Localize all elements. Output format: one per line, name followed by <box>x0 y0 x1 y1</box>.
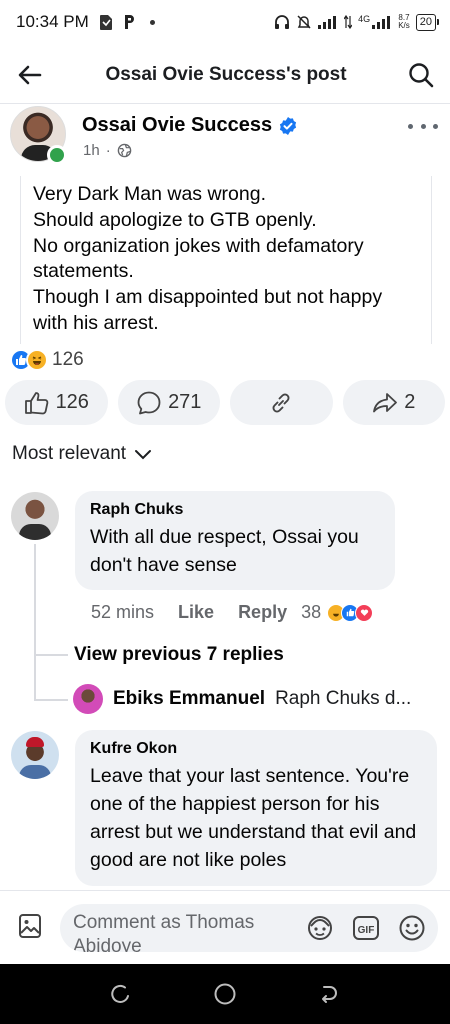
more-options-button[interactable] <box>408 116 438 136</box>
reply-text: Raph Chuks d... <box>275 688 412 709</box>
like-icon <box>24 391 48 414</box>
status-bar: 10:34 PM 4G 8.7 K/s 20 <box>0 0 450 44</box>
comment-button[interactable]: 271 <box>117 380 220 425</box>
svg-text:GIF: GIF <box>358 925 375 936</box>
thread-connector <box>34 699 68 701</box>
headphones-icon <box>275 15 290 29</box>
battery-indicator: 20 <box>415 13 440 31</box>
signal-icon-2 <box>372 16 391 29</box>
comment-author[interactable]: Kufre Okon <box>90 740 421 758</box>
notification-dot <box>149 19 155 25</box>
comment-actions: 52 mins Like Reply 38 <box>91 602 374 623</box>
signal-icon <box>318 16 337 29</box>
share-icon <box>373 392 398 412</box>
comment-text: Leave that your last sentence. You're on… <box>90 765 417 871</box>
system-navigation-bar <box>0 964 450 1024</box>
author-name: Ossai Ovie Success <box>82 114 273 136</box>
post-actions: 126 271 2 <box>5 380 445 426</box>
dot <box>433 123 438 129</box>
reply-preview[interactable]: Ebiks Emmanuel Raph Chuks d... <box>73 684 433 714</box>
comment-reaction-count: 38 <box>301 602 322 622</box>
network-speed: 8.7 K/s <box>398 13 410 30</box>
back-button[interactable] <box>0 46 60 104</box>
reactions-summary[interactable]: 126 <box>10 348 84 372</box>
chevron-down-icon <box>135 450 152 460</box>
post-text: Very Dark Man was wrong. Should apologiz… <box>20 176 432 344</box>
share-button[interactable]: 2 <box>342 380 445 425</box>
haha-reaction-icon <box>26 349 48 371</box>
commenter-avatar[interactable] <box>11 492 59 540</box>
post-time[interactable]: 1h <box>83 142 100 159</box>
muted-bell-icon <box>297 15 311 29</box>
online-status-indicator <box>47 145 67 165</box>
reply-avatar[interactable] <box>73 684 103 714</box>
network-type: 4G <box>358 13 371 24</box>
recent-apps-icon[interactable] <box>110 983 132 1005</box>
dot <box>420 123 426 129</box>
app-header: Ossai Ovie Success's post <box>0 46 450 104</box>
comment-icon <box>137 391 161 414</box>
photo-icon[interactable] <box>17 913 43 939</box>
back-nav-icon[interactable] <box>318 983 340 1005</box>
comment-reactions[interactable] <box>327 603 374 622</box>
comment-placeholder: Comment as Thomas Abidoye <box>73 912 255 952</box>
commenter-avatar[interactable] <box>11 731 59 779</box>
verified-badge-icon <box>280 116 297 135</box>
home-icon[interactable] <box>213 982 237 1006</box>
data-arrows-icon <box>344 15 353 29</box>
comment-text: With all due respect, Ossai you don't ha… <box>90 526 359 576</box>
reaction-count: 126 <box>52 349 84 370</box>
love-reaction-icon <box>355 603 374 622</box>
post-meta: 1h · <box>83 142 132 159</box>
gif-icon[interactable]: GIF <box>352 915 380 941</box>
comment-composer: Comment as Thomas Abidoye GIF <box>0 890 450 960</box>
comment-sort-dropdown[interactable]: Most relevant <box>12 443 152 465</box>
like-button[interactable]: 126 <box>5 380 108 425</box>
share-count: 2 <box>404 391 416 413</box>
back-arrow-icon <box>18 65 42 84</box>
thread-line <box>34 544 36 700</box>
post-line: Though I am disappointed but not happy w… <box>33 286 383 334</box>
post-line: Should apologize to GTB openly. <box>33 208 317 231</box>
view-previous-replies-link[interactable]: View previous 7 replies <box>74 644 284 666</box>
p-app-icon <box>124 15 134 29</box>
meta-separator: · <box>105 142 111 159</box>
globe-icon <box>117 143 131 158</box>
comment-count: 271 <box>168 391 202 413</box>
composer-icons: GIF <box>306 914 426 942</box>
search-icon <box>409 62 434 87</box>
link-icon <box>272 393 290 412</box>
thread-connector <box>34 654 68 656</box>
comment-input[interactable]: Comment as Thomas Abidoye GIF <box>60 904 438 952</box>
emoji-icon[interactable] <box>398 914 426 942</box>
post-line: Very Dark Man was wrong. <box>33 183 267 205</box>
page-title: Ossai Ovie Success's post <box>105 63 347 85</box>
file-icon <box>99 14 112 30</box>
comment-bubble[interactable]: Kufre Okon Leave that your last sentence… <box>75 730 437 886</box>
avatar-shirt <box>19 765 51 779</box>
dot <box>408 123 413 129</box>
status-time: 10:34 PM <box>16 12 89 31</box>
avatar-hat <box>26 737 44 747</box>
reply-author: Ebiks Emmanuel <box>113 688 266 709</box>
post-header: Ossai Ovie Success 1h · <box>0 106 450 172</box>
comment-author[interactable]: Raph Chuks <box>90 501 379 519</box>
like-count: 126 <box>55 391 89 413</box>
sort-label: Most relevant <box>12 443 127 464</box>
comment-reply-button[interactable]: Reply <box>238 602 287 623</box>
search-button[interactable] <box>392 46 450 104</box>
avatar-sticker-icon[interactable] <box>306 914 334 942</box>
copy-link-button[interactable] <box>230 380 333 425</box>
avatar-shirt <box>19 524 51 540</box>
comment-like-button[interactable]: Like <box>178 602 214 623</box>
comment-time: 52 mins <box>91 602 155 622</box>
author-name-row[interactable]: Ossai Ovie Success <box>82 114 298 137</box>
comment-bubble[interactable]: Raph Chuks With all due respect, Ossai y… <box>75 491 395 590</box>
post-line: No organization jokes with defamatory st… <box>33 234 364 283</box>
